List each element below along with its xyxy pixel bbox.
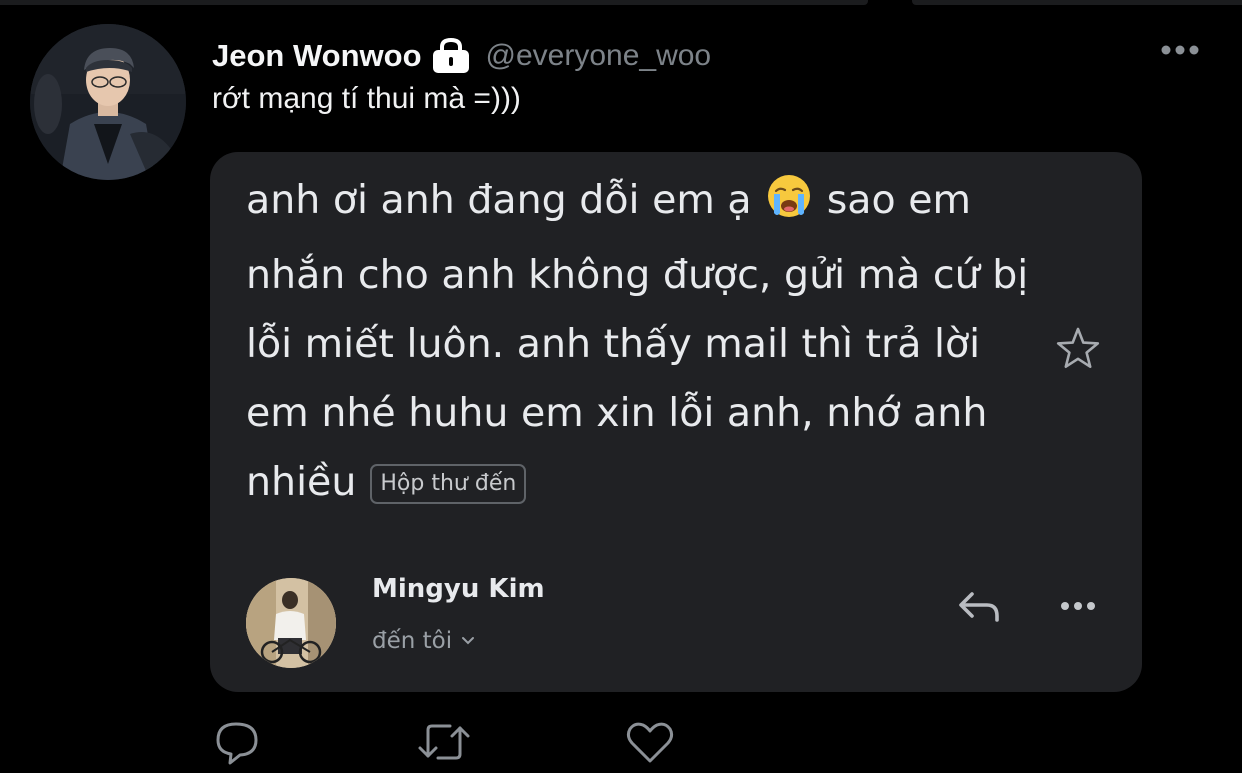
email-body: anh ơi anh đang dỗi em ạ sao em nhắn cho… bbox=[246, 166, 1036, 517]
author-avatar[interactable] bbox=[30, 24, 186, 180]
reply-icon[interactable] bbox=[954, 582, 1004, 630]
lock-icon bbox=[432, 38, 470, 74]
top-divider-right bbox=[912, 0, 1242, 5]
email-body-part-1: anh ơi anh đang dỗi em ạ bbox=[246, 177, 765, 223]
like-icon[interactable] bbox=[624, 718, 676, 766]
recipient-details-toggle[interactable]: đến tôi bbox=[372, 628, 476, 654]
inbox-label-chip[interactable]: Hộp thư đến bbox=[370, 464, 527, 504]
chevron-down-icon bbox=[460, 635, 476, 647]
author-name[interactable]: Jeon Wonwoo bbox=[212, 38, 422, 74]
recipient-text: đến tôi bbox=[372, 628, 453, 654]
crying-face-emoji bbox=[766, 172, 812, 241]
tweet-text: rớt mạng tí thui mà =))) bbox=[212, 82, 521, 115]
retweet-icon[interactable] bbox=[416, 718, 470, 766]
more-horizontal-icon[interactable] bbox=[1050, 592, 1106, 620]
sender-name: Mingyu Kim bbox=[372, 574, 545, 604]
more-horizontal-icon[interactable] bbox=[1158, 38, 1202, 62]
author-handle[interactable]: @everyone_woo bbox=[486, 39, 712, 73]
reply-icon[interactable] bbox=[212, 718, 264, 766]
email-body-part-2: sao em nhắn cho anh không được, gửi mà c… bbox=[246, 177, 1029, 505]
email-card: anh ơi anh đang dỗi em ạ sao em nhắn cho… bbox=[210, 152, 1142, 692]
star-outline-icon[interactable] bbox=[1054, 324, 1102, 372]
sender-avatar[interactable] bbox=[246, 578, 336, 668]
tweet-author-row: Jeon Wonwoo @everyone_woo bbox=[212, 34, 711, 78]
top-divider-left bbox=[0, 0, 868, 5]
